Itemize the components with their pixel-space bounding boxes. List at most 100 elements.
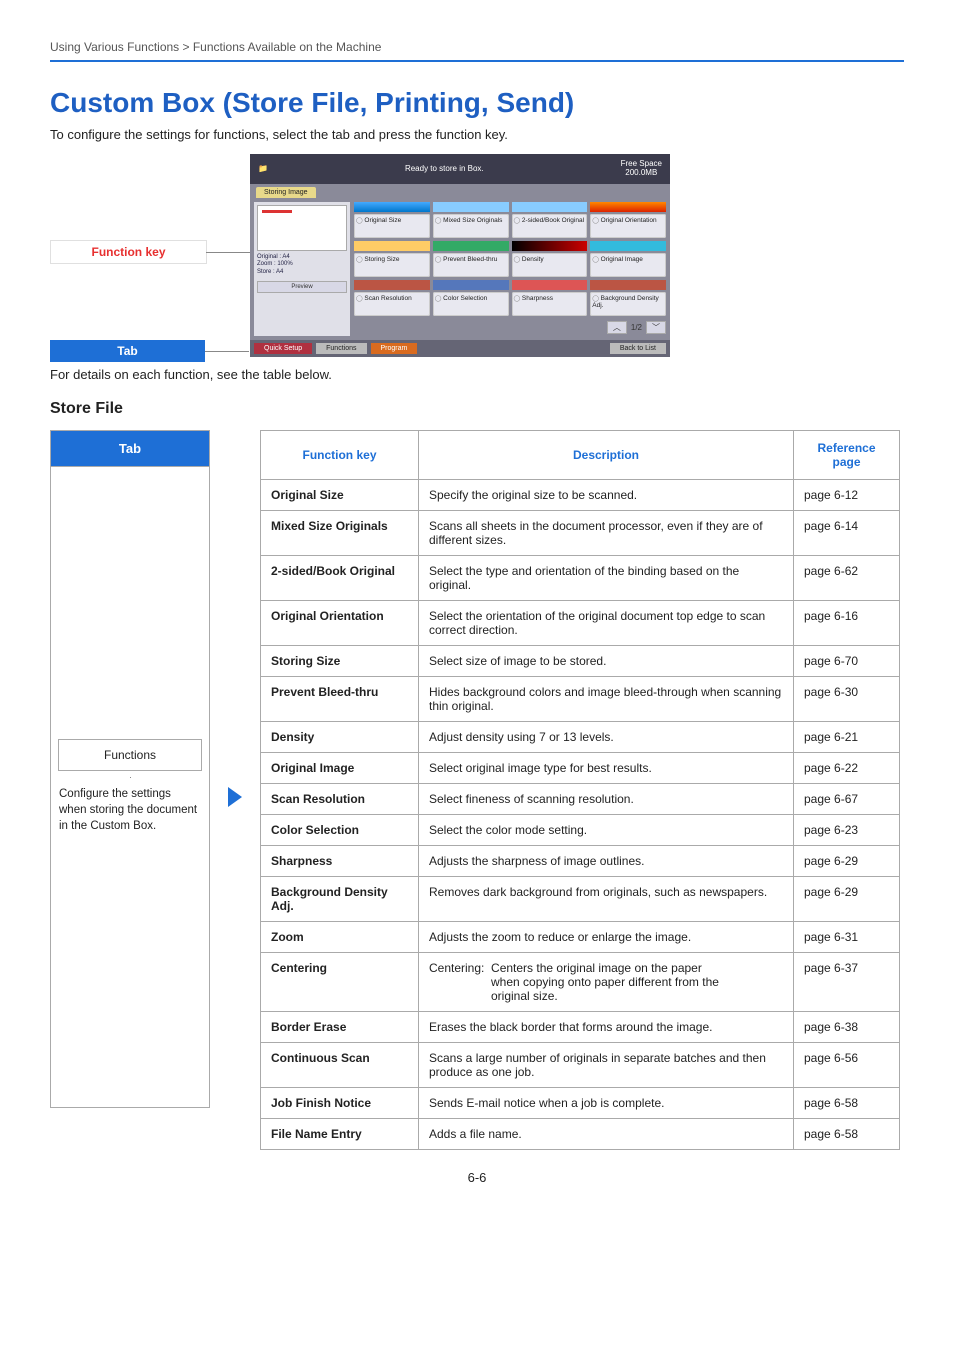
panel-btn-prevent-bleed[interactable]: Prevent Bleed-thru bbox=[433, 253, 509, 277]
panel-btn-scan-res[interactable]: Scan Resolution bbox=[354, 292, 430, 316]
cell-function: Density bbox=[261, 721, 419, 752]
th-description: Description bbox=[419, 430, 794, 479]
panel-btn-color-sel[interactable]: Color Selection bbox=[433, 292, 509, 316]
panel-back-to-list[interactable]: Back to List bbox=[610, 343, 666, 354]
table-row: Original ImageSelect original image type… bbox=[261, 752, 900, 783]
left-functions-pane: Functions bbox=[58, 739, 202, 771]
cell-reference[interactable]: page 6-37 bbox=[794, 952, 900, 1011]
cell-reference[interactable]: page 6-21 bbox=[794, 721, 900, 752]
cell-function: Original Size bbox=[261, 479, 419, 510]
intro-text: To configure the settings for functions,… bbox=[50, 127, 904, 142]
cell-description: Adjusts the zoom to reduce or enlarge th… bbox=[419, 921, 794, 952]
table-row: Prevent Bleed-thruHides background color… bbox=[261, 676, 900, 721]
table-row: Scan ResolutionSelect fineness of scanni… bbox=[261, 783, 900, 814]
cell-reference[interactable]: page 6-58 bbox=[794, 1118, 900, 1149]
cell-reference[interactable]: page 6-56 bbox=[794, 1042, 900, 1087]
cell-function: Sharpness bbox=[261, 845, 419, 876]
cell-reference[interactable]: page 6-12 bbox=[794, 479, 900, 510]
cell-function: Storing Size bbox=[261, 645, 419, 676]
panel-btn-orig-orientation[interactable]: Original Orientation bbox=[590, 214, 666, 238]
table-row: Original SizeSpecify the original size t… bbox=[261, 479, 900, 510]
label-tab: Tab bbox=[50, 340, 205, 362]
cell-description: Specify the original size to be scanned. bbox=[419, 479, 794, 510]
cell-reference[interactable]: page 6-30 bbox=[794, 676, 900, 721]
table-row: Continuous ScanScans a large number of o… bbox=[261, 1042, 900, 1087]
cell-function: File Name Entry bbox=[261, 1118, 419, 1149]
panel-tab-quick-setup[interactable]: Quick Setup bbox=[254, 343, 312, 354]
page-number: 6-6 bbox=[50, 1170, 904, 1185]
table-row: ZoomAdjusts the zoom to reduce or enlarg… bbox=[261, 921, 900, 952]
panel-preview-button[interactable]: Preview bbox=[257, 281, 347, 293]
spec-table: Function key Description Reference page … bbox=[260, 430, 900, 1150]
cell-function: Scan Resolution bbox=[261, 783, 419, 814]
cell-reference[interactable]: page 6-31 bbox=[794, 921, 900, 952]
panel-tab-storing-image[interactable]: Storing Image bbox=[256, 187, 316, 198]
cell-reference[interactable]: page 6-70 bbox=[794, 645, 900, 676]
cell-function: Centering bbox=[261, 952, 419, 1011]
table-row: File Name EntryAdds a file name.page 6-5… bbox=[261, 1118, 900, 1149]
below-text: For details on each function, see the ta… bbox=[50, 367, 904, 382]
table-row: DensityAdjust density using 7 or 13 leve… bbox=[261, 721, 900, 752]
cell-function: 2-sided/Book Original bbox=[261, 555, 419, 600]
cell-reference[interactable]: page 6-58 bbox=[794, 1087, 900, 1118]
breadcrumb: Using Various Functions > Functions Avai… bbox=[50, 40, 904, 62]
cell-function: Mixed Size Originals bbox=[261, 510, 419, 555]
cell-description: Select fineness of scanning resolution. bbox=[419, 783, 794, 814]
cell-function: Original Image bbox=[261, 752, 419, 783]
panel-box-icon: 📁 bbox=[258, 164, 268, 173]
cell-reference[interactable]: page 6-23 bbox=[794, 814, 900, 845]
panel-btn-mixed-size[interactable]: Mixed Size Originals bbox=[433, 214, 509, 238]
arrow-icon bbox=[228, 787, 242, 807]
panel-btn-2sided-book[interactable]: 2-sided/Book Original bbox=[512, 214, 588, 238]
cell-description: Select size of image to be stored. bbox=[419, 645, 794, 676]
panel-tab-functions[interactable]: Functions bbox=[316, 343, 366, 354]
table-row: CenteringCentering: Centers the original… bbox=[261, 952, 900, 1011]
cell-description: Adjust density using 7 or 13 levels. bbox=[419, 721, 794, 752]
cell-description: Select the orientation of the original d… bbox=[419, 600, 794, 645]
cell-description: Erases the black border that forms aroun… bbox=[419, 1011, 794, 1042]
cell-function: Border Erase bbox=[261, 1011, 419, 1042]
cell-function: Original Orientation bbox=[261, 600, 419, 645]
panel-page-up[interactable]: ︿ bbox=[607, 321, 627, 334]
cell-description: Select the type and orientation of the b… bbox=[419, 555, 794, 600]
panel-btn-bg-density[interactable]: Background Density Adj. bbox=[590, 292, 666, 316]
cell-function: Continuous Scan bbox=[261, 1042, 419, 1087]
label-function-key: Function key bbox=[50, 240, 207, 264]
cell-reference[interactable]: page 6-62 bbox=[794, 555, 900, 600]
cell-description: Centering: Centers the original image on… bbox=[419, 952, 794, 1011]
table-row: Background Density Adj.Removes dark back… bbox=[261, 876, 900, 921]
cell-description: Select original image type for best resu… bbox=[419, 752, 794, 783]
cell-reference[interactable]: page 6-29 bbox=[794, 845, 900, 876]
panel-tab-program[interactable]: Program bbox=[371, 343, 418, 354]
panel-btn-row-2: Storing Size Prevent Bleed-thru Density … bbox=[354, 253, 666, 277]
table-row: Original OrientationSelect the orientati… bbox=[261, 600, 900, 645]
table-row: Storing SizeSelect size of image to be s… bbox=[261, 645, 900, 676]
panel-btn-storing-size[interactable]: Storing Size bbox=[354, 253, 430, 277]
table-row: SharpnessAdjusts the sharpness of image … bbox=[261, 845, 900, 876]
cell-reference[interactable]: page 6-14 bbox=[794, 510, 900, 555]
cell-reference[interactable]: page 6-22 bbox=[794, 752, 900, 783]
cell-description: Adjusts the sharpness of image outlines. bbox=[419, 845, 794, 876]
cell-description: Scans all sheets in the document process… bbox=[419, 510, 794, 555]
cell-description: Removes dark background from originals, … bbox=[419, 876, 794, 921]
panel-page-down[interactable]: ﹀ bbox=[646, 321, 666, 334]
cell-reference[interactable]: page 6-67 bbox=[794, 783, 900, 814]
table-row: 2-sided/Book OriginalSelect the type and… bbox=[261, 555, 900, 600]
panel-btn-orig-image[interactable]: Original Image bbox=[590, 253, 666, 277]
panel-btn-density[interactable]: Density bbox=[512, 253, 588, 277]
cell-description: Hides background colors and image bleed-… bbox=[419, 676, 794, 721]
panel-preview-thumb bbox=[257, 205, 347, 251]
cell-reference[interactable]: page 6-38 bbox=[794, 1011, 900, 1042]
cell-function: Background Density Adj. bbox=[261, 876, 419, 921]
left-functions-desc: Configure the settings when storing the … bbox=[59, 786, 201, 834]
cell-description: Select the color mode setting. bbox=[419, 814, 794, 845]
panel-btn-row-1: Original Size Mixed Size Originals 2-sid… bbox=[354, 214, 666, 238]
panel-btn-original-size[interactable]: Original Size bbox=[354, 214, 430, 238]
page-title: Custom Box (Store File, Printing, Send) bbox=[50, 87, 904, 119]
cell-reference[interactable]: page 6-16 bbox=[794, 600, 900, 645]
table-row: Color SelectionSelect the color mode set… bbox=[261, 814, 900, 845]
panel-btn-sharpness[interactable]: Sharpness bbox=[512, 292, 588, 316]
cell-description: Sends E-mail notice when a job is comple… bbox=[419, 1087, 794, 1118]
cell-reference[interactable]: page 6-29 bbox=[794, 876, 900, 921]
cell-function: Prevent Bleed-thru bbox=[261, 676, 419, 721]
